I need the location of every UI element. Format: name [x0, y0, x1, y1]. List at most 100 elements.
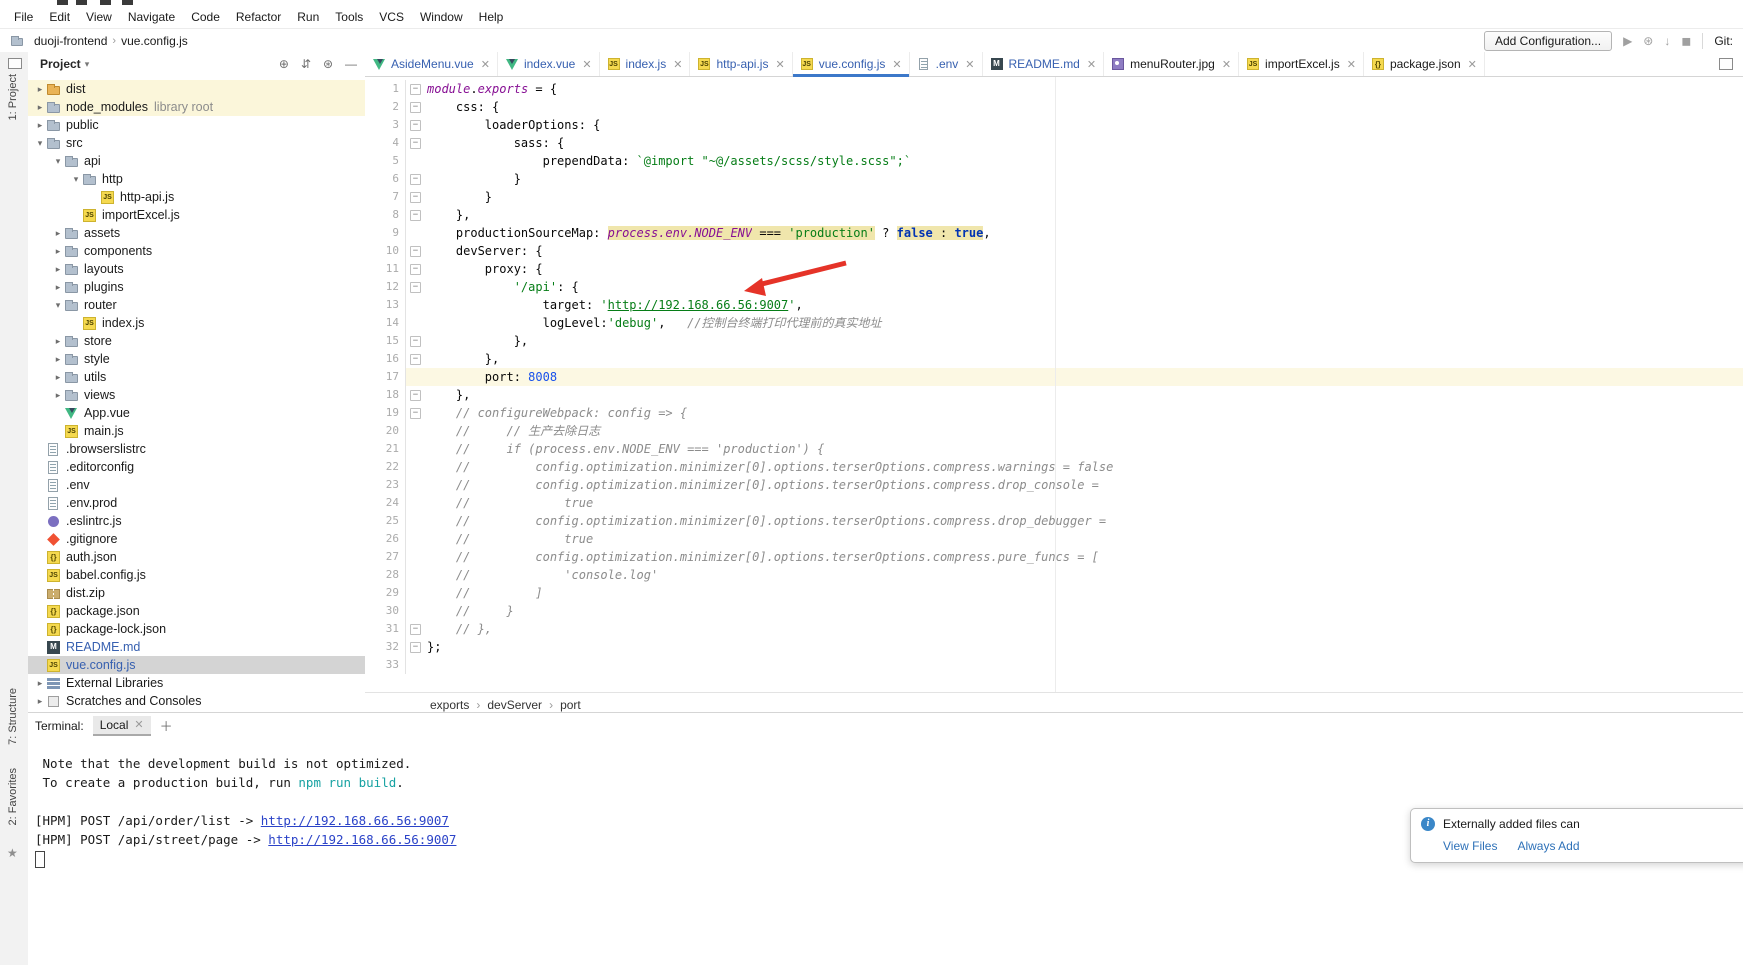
expand-arrow-icon[interactable]: ▾	[52, 156, 64, 167]
code-line-26[interactable]: 26 // true	[365, 530, 1743, 548]
code-line-13[interactable]: 13 target: 'http://192.168.66.56:9007',	[365, 296, 1743, 314]
expand-arrow-icon[interactable]: ▾	[34, 138, 46, 149]
tree-item-components[interactable]: ▸components	[28, 242, 365, 260]
tree-item-env[interactable]: .env	[28, 476, 365, 494]
tab-index-js[interactable]: index.js✕	[600, 52, 691, 76]
tree-item-router[interactable]: ▾router	[28, 296, 365, 314]
close-icon[interactable]: ✕	[134, 718, 143, 731]
expand-arrow-icon[interactable]: ▸	[52, 390, 64, 401]
menu-help[interactable]: Help	[471, 10, 512, 24]
fold-icon[interactable]	[406, 332, 424, 350]
menu-window[interactable]: Window	[412, 10, 471, 24]
tree-item-style[interactable]: ▸style	[28, 350, 365, 368]
tree-item-layouts[interactable]: ▸layouts	[28, 260, 365, 278]
tool-button-favorites[interactable]: 2: Favorites	[7, 768, 19, 825]
code-line-16[interactable]: 16 },	[365, 350, 1743, 368]
menu-file[interactable]: File	[6, 10, 41, 24]
fold-icon[interactable]	[406, 404, 424, 422]
tool-button-project[interactable]: 1: Project	[7, 74, 19, 120]
expand-arrow-icon[interactable]: ▸	[34, 84, 46, 95]
expand-arrow-icon[interactable]: ▸	[52, 264, 64, 275]
hide-icon[interactable]: —	[345, 57, 357, 71]
fold-icon[interactable]	[406, 638, 424, 656]
settings-icon[interactable]: ⊛	[1643, 34, 1653, 48]
code-line-27[interactable]: 27 // config.optimization.minimizer[0].o…	[365, 548, 1743, 566]
fold-icon[interactable]	[406, 170, 424, 188]
tree-item-views[interactable]: ▸views	[28, 386, 365, 404]
code-line-30[interactable]: 30 // }	[365, 602, 1743, 620]
tab-vue-config-js[interactable]: vue.config.js✕	[793, 52, 910, 76]
expand-arrow-icon[interactable]: ▾	[52, 300, 64, 311]
code-line-7[interactable]: 7 }	[365, 188, 1743, 206]
expand-arrow-icon[interactable]: ▸	[34, 102, 46, 113]
tab-http-api-js[interactable]: http-api.js✕	[690, 52, 792, 76]
close-icon[interactable]: ✕	[1347, 58, 1356, 71]
code-line-14[interactable]: 14 logLevel:'debug', //控制台终端打印代理前的真实地址	[365, 314, 1743, 332]
breadcrumb-port[interactable]: port	[560, 698, 581, 712]
tree-item-vue-config-js[interactable]: vue.config.js	[28, 656, 365, 674]
code-line-15[interactable]: 15 },	[365, 332, 1743, 350]
code-line-20[interactable]: 20 // // 生产去除日志	[365, 422, 1743, 440]
tree-item-readme-md[interactable]: README.md	[28, 638, 365, 656]
tree-item-http[interactable]: ▾http	[28, 170, 365, 188]
menu-edit[interactable]: Edit	[41, 10, 78, 24]
menu-tools[interactable]: Tools	[327, 10, 371, 24]
terminal-url-link[interactable]: http://192.168.66.56:9007	[268, 832, 456, 847]
code-editor[interactable]: 1module.exports = {2 css: {3 loaderOptio…	[365, 77, 1743, 692]
new-terminal-icon[interactable]: ＋	[160, 716, 173, 735]
expand-arrow-icon[interactable]: ▸	[34, 696, 46, 707]
tree-item-public[interactable]: ▸public	[28, 116, 365, 134]
always-add-link[interactable]: Always Add	[1517, 839, 1579, 853]
code-line-28[interactable]: 28 // 'console.log'	[365, 566, 1743, 584]
tree-item-eslintrc-js[interactable]: .eslintrc.js	[28, 512, 365, 530]
tree-item-plugins[interactable]: ▸plugins	[28, 278, 365, 296]
tab-index-vue[interactable]: index.vue✕	[498, 52, 600, 76]
breadcrumb-file[interactable]: vue.config.js	[121, 34, 188, 48]
fold-icon[interactable]	[406, 116, 424, 134]
menu-view[interactable]: View	[78, 10, 120, 24]
close-icon[interactable]: ✕	[1087, 58, 1096, 71]
tool-button-structure[interactable]: 7: Structure	[7, 688, 19, 745]
code-line-8[interactable]: 8 },	[365, 206, 1743, 224]
view-files-link[interactable]: View Files	[1443, 839, 1497, 853]
tree-item-dist-zip[interactable]: dist.zip	[28, 584, 365, 602]
fold-icon[interactable]	[406, 206, 424, 224]
favorites-star-icon[interactable]: ★	[7, 846, 18, 860]
fold-icon[interactable]	[406, 350, 424, 368]
code-line-22[interactable]: 22 // config.optimization.minimizer[0].o…	[365, 458, 1743, 476]
fold-icon[interactable]	[406, 188, 424, 206]
fold-icon[interactable]	[406, 80, 424, 98]
git-label[interactable]: Git:	[1714, 34, 1733, 48]
code-line-18[interactable]: 18 },	[365, 386, 1743, 404]
code-line-4[interactable]: 4 sass: {	[365, 134, 1743, 152]
gear-icon[interactable]: ⊛	[323, 57, 333, 71]
tree-item-store[interactable]: ▸store	[28, 332, 365, 350]
code-line-3[interactable]: 3 loaderOptions: {	[365, 116, 1743, 134]
fold-icon[interactable]	[406, 260, 424, 278]
close-icon[interactable]: ✕	[582, 58, 591, 71]
close-icon[interactable]: ✕	[1468, 58, 1477, 71]
code-line-1[interactable]: 1module.exports = {	[365, 80, 1743, 98]
expand-arrow-icon[interactable]: ▸	[52, 282, 64, 293]
tree-item-auth-json[interactable]: auth.json	[28, 548, 365, 566]
run-icon[interactable]: ▶	[1623, 34, 1632, 48]
expand-arrow-icon[interactable]: ▸	[34, 120, 46, 131]
menu-navigate[interactable]: Navigate	[120, 10, 183, 24]
expand-arrow-icon[interactable]: ▾	[70, 174, 82, 185]
menu-run[interactable]: Run	[289, 10, 327, 24]
tree-item-index-js[interactable]: index.js	[28, 314, 365, 332]
tree-item-main-js[interactable]: main.js	[28, 422, 365, 440]
breadcrumb-devserver[interactable]: devServer	[487, 698, 542, 712]
code-line-6[interactable]: 6 }	[365, 170, 1743, 188]
tree-item-package-json[interactable]: package.json	[28, 602, 365, 620]
tree-item-utils[interactable]: ▸utils	[28, 368, 365, 386]
tree-item-assets[interactable]: ▸assets	[28, 224, 365, 242]
fold-icon[interactable]	[406, 278, 424, 296]
tree-item-env-prod[interactable]: .env.prod	[28, 494, 365, 512]
project-stripe-icon[interactable]	[8, 58, 22, 69]
terminal-url-link[interactable]: http://192.168.66.56:9007	[261, 813, 449, 828]
menu-refactor[interactable]: Refactor	[228, 10, 289, 24]
menu-vcs[interactable]: VCS	[371, 10, 412, 24]
expand-arrow-icon[interactable]: ▸	[52, 336, 64, 347]
tree-item-node-modules[interactable]: ▸node_moduleslibrary root	[28, 98, 365, 116]
